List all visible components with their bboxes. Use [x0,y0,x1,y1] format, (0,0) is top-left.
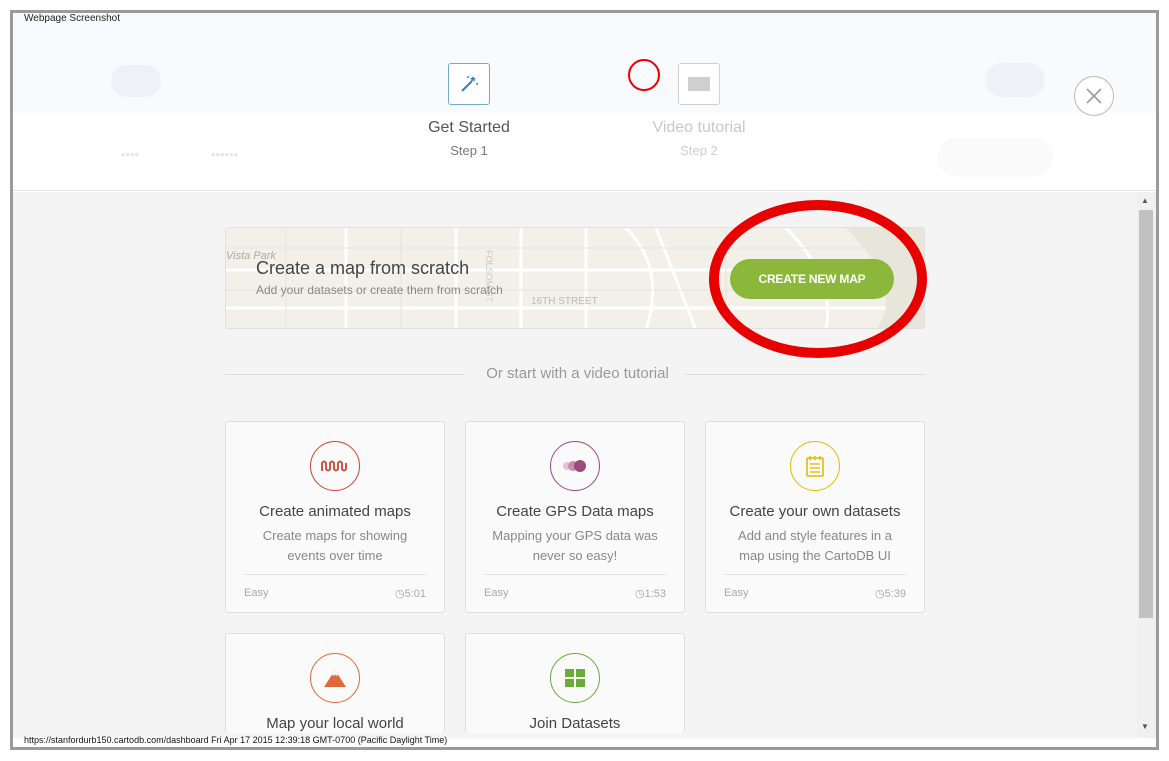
onboarding-header: •••• •••••• Get Started Step 1 Video tut… [13,13,1156,191]
tutorial-card-gps-maps[interactable]: Create GPS Data maps Mapping your GPS da… [465,421,685,613]
step-title: Video tutorial [652,119,746,136]
tutorial-duration-wrap: ◷5:39 [875,587,906,600]
annotation-circle [628,59,660,91]
screenshot-caption: Webpage Screenshot [24,13,120,24]
tutorial-duration-wrap: ◷1:53 [635,587,666,600]
tutorial-card-local-world[interactable]: Map your local world [225,633,445,733]
background-nav-item: •••••• [211,147,239,162]
tutorial-description: Add and style features in a map using th… [738,528,892,563]
step-number: Step 2 [680,143,718,158]
table-grid-icon [550,653,600,703]
step-number: Step 1 [450,143,488,158]
tutorial-description: Mapping your GPS data was never so easy! [492,528,658,563]
tutorial-description: Create maps for showing events over time [262,528,408,563]
status-bar-url: https://stanfordurb150.cartodb.com/dashb… [24,735,448,745]
tutorial-card-join-datasets[interactable]: Join Datasets [465,633,685,733]
tutorial-title: Create animated maps [259,503,411,520]
tutorial-title: Create your own datasets [729,503,901,520]
clock-icon: ◷ [634,588,645,600]
tutorial-duration: 1:53 [644,588,666,600]
background-dashboard-header [13,13,1156,113]
tutorial-footer: Easy ◷5:01 [244,574,426,600]
background-new-map-button [937,137,1053,177]
annotation-ellipse [709,200,927,358]
divider-left [225,374,465,375]
background-avatar [985,63,1045,97]
background-nav-item: •••• [121,147,140,162]
notepad-icon [790,441,840,491]
tutorial-title: Create GPS Data maps [496,503,654,520]
scrollbar-thumb[interactable] [1139,210,1153,618]
create-map-title: Create a map from scratch [256,258,470,278]
animation-wave-icon [310,441,360,491]
clock-icon: ◷ [394,588,405,600]
step-get-started[interactable]: Get Started Step 1 [399,63,539,158]
background-logo [111,65,161,97]
create-map-subtitle: Add your datasets or create them from sc… [256,283,503,297]
map-label-street: 16TH STREET [531,296,598,307]
scroll-down-arrow-icon[interactable]: ▼ [1141,722,1149,731]
tutorial-footer: Easy ◷5:39 [724,574,906,600]
tutorial-level: Easy [244,587,269,599]
scroll-up-arrow-icon[interactable]: ▲ [1141,196,1149,205]
magic-wand-icon [448,63,490,105]
close-button[interactable] [1074,76,1114,116]
tutorial-duration-wrap: ◷5:01 [395,587,426,600]
tutorial-duration: 5:39 [884,588,906,600]
divider-text: Or start with a video tutorial [486,365,669,382]
divider-right [685,374,925,375]
tutorial-level: Easy [484,587,509,599]
tutorial-level: Easy [724,587,749,599]
screenshot-frame: Webpage Screenshot •••• •••••• Get Start… [0,0,1169,761]
video-icon [678,63,720,105]
tutorial-duration: 5:01 [404,588,426,600]
tutorial-card-animated-maps[interactable]: Create animated maps Create maps for sho… [225,421,445,613]
gps-dots-icon [550,441,600,491]
tutorial-title: Map your local world [266,715,404,732]
browser-viewport: •••• •••••• Get Started Step 1 Video tut… [10,10,1159,750]
tutorial-card-own-datasets[interactable]: Create your own datasets Add and style f… [705,421,925,613]
vertical-scrollbar[interactable]: ▲ ▼ [1137,192,1156,738]
tutorial-title: Join Datasets [529,715,621,732]
close-icon [1086,88,1102,104]
step-title: Get Started [428,119,510,136]
mountain-icon [310,653,360,703]
clock-icon: ◷ [874,588,885,600]
tutorial-footer: Easy ◷1:53 [484,574,666,600]
